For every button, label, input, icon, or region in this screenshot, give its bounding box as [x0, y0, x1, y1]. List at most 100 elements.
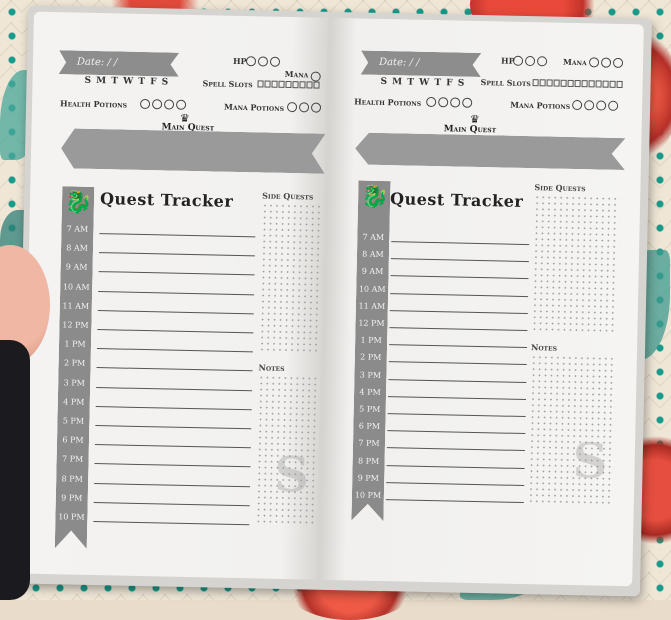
date-banner: Date: / / — [59, 50, 179, 77]
quest-line[interactable] — [98, 252, 255, 257]
hour-label: 8 AM — [362, 249, 384, 260]
potion-icon[interactable] — [298, 102, 310, 113]
quest-line[interactable] — [97, 309, 254, 315]
hour-label: 10 AM — [62, 281, 90, 292]
quest-line[interactable] — [96, 367, 253, 372]
quest-line[interactable] — [391, 241, 530, 246]
quest-line[interactable] — [390, 275, 529, 280]
quest-line[interactable] — [388, 361, 527, 366]
hour-label: 2 PM — [63, 358, 86, 369]
mana-ring-icon[interactable] — [612, 57, 624, 69]
quest-line[interactable] — [388, 395, 526, 400]
potion-icon[interactable] — [572, 99, 583, 111]
hp-tracker[interactable] — [245, 56, 281, 67]
mana-ring-icon[interactable] — [588, 57, 600, 68]
potion-icon[interactable] — [584, 100, 595, 111]
hour-label: 8 PM — [357, 456, 380, 466]
quest-line[interactable] — [94, 463, 251, 468]
quest-line[interactable] — [386, 447, 525, 452]
mana-potion-tracker[interactable] — [286, 101, 322, 113]
potion-icon[interactable] — [151, 99, 163, 110]
quest-line[interactable] — [388, 378, 527, 383]
potion-icon[interactable] — [175, 99, 187, 110]
hour-label: 8 PM — [61, 473, 83, 484]
hp-ring-icon[interactable] — [245, 56, 257, 67]
quest-line[interactable] — [385, 499, 524, 504]
mana-ring-icon[interactable] — [310, 71, 321, 82]
quest-line[interactable] — [93, 521, 250, 526]
mana-tracker[interactable] — [588, 57, 624, 69]
quest-line[interactable] — [95, 405, 252, 411]
hp-ring-icon[interactable] — [524, 55, 536, 67]
hour-label: 3 PM — [359, 370, 382, 380]
hour-label: 6 PM — [358, 421, 381, 432]
potion-icon[interactable] — [163, 99, 175, 110]
quest-line[interactable] — [389, 327, 528, 332]
potion-icon[interactable] — [426, 96, 437, 108]
quest-line[interactable] — [389, 309, 528, 314]
quest-line[interactable] — [386, 481, 525, 486]
potion-icon[interactable] — [462, 97, 473, 108]
mana-tracker[interactable] — [310, 71, 321, 82]
quest-line[interactable] — [96, 386, 253, 391]
hour-label: 9 PM — [357, 473, 380, 483]
potion-icon[interactable] — [608, 100, 619, 111]
quest-line[interactable] — [389, 344, 528, 349]
quest-line[interactable] — [386, 464, 525, 469]
potion-icon[interactable] — [286, 101, 298, 113]
hp-ring-icon[interactable] — [257, 56, 269, 67]
quest-line[interactable] — [97, 329, 254, 334]
hour-label: 2 PM — [360, 352, 382, 363]
hour-label: 11 AM — [358, 301, 386, 311]
hp-ring-icon[interactable] — [269, 56, 281, 67]
quest-line[interactable] — [94, 482, 251, 487]
hour-label: 10 PM — [58, 512, 85, 522]
weekday-letters: S M T W T F S — [84, 75, 170, 88]
quest-line[interactable] — [96, 348, 253, 353]
health-potions-label: Health Potions — [59, 98, 128, 110]
side-quests-label: Side Quests — [262, 190, 314, 202]
quest-line[interactable] — [93, 501, 250, 507]
notes-label: Notes — [530, 342, 558, 353]
quest-line[interactable] — [95, 425, 252, 430]
potion-icon[interactable] — [450, 97, 461, 108]
mana-label: Mana — [562, 56, 587, 68]
main-quest-field[interactable] — [61, 128, 326, 174]
quest-line[interactable] — [390, 258, 529, 263]
side-quests-label: Side Quests — [534, 182, 586, 194]
side-quests-grid[interactable] — [258, 202, 325, 356]
main-quest-field[interactable] — [355, 132, 626, 170]
hp-tracker[interactable] — [512, 55, 548, 67]
hour-label: 10 AM — [358, 284, 386, 294]
hour-label: 7 AM — [66, 224, 89, 234]
potion-icon[interactable] — [438, 97, 449, 108]
spell-slot-boxes[interactable] — [532, 79, 624, 88]
hp-label: HP — [232, 55, 247, 67]
quest-line[interactable] — [390, 292, 529, 297]
hour-label: 7 PM — [358, 438, 380, 449]
quest-line[interactable] — [387, 413, 526, 418]
left-page: Date: / / S M T W T F S HP Mana Spell Sl… — [22, 11, 328, 580]
hour-label: 12 PM — [358, 318, 385, 329]
mana-ring-icon[interactable] — [600, 57, 612, 68]
hour-label: 9 AM — [65, 262, 88, 273]
health-potion-tracker[interactable] — [139, 98, 187, 110]
hour-label: 9 AM — [361, 266, 384, 277]
hp-ring-icon[interactable] — [512, 55, 524, 66]
potion-icon[interactable] — [596, 100, 607, 111]
quest-line[interactable] — [98, 290, 255, 295]
main-quest-title: Main Quest — [443, 124, 497, 136]
quest-line[interactable] — [387, 430, 526, 435]
hp-ring-icon[interactable] — [536, 56, 548, 67]
spell-slot-boxes[interactable] — [257, 80, 320, 89]
health-potion-tracker[interactable] — [426, 96, 473, 108]
quest-line[interactable] — [98, 271, 255, 276]
quest-line[interactable] — [99, 233, 256, 238]
potion-icon[interactable] — [139, 98, 151, 110]
quest-line[interactable] — [94, 444, 251, 449]
weekday-letters: S M T W T F S — [380, 76, 466, 89]
side-quests-grid[interactable] — [531, 194, 621, 332]
potion-icon[interactable] — [310, 102, 322, 113]
mana-potion-tracker[interactable] — [572, 99, 619, 111]
health-potions-label: Health Potions — [354, 96, 422, 108]
